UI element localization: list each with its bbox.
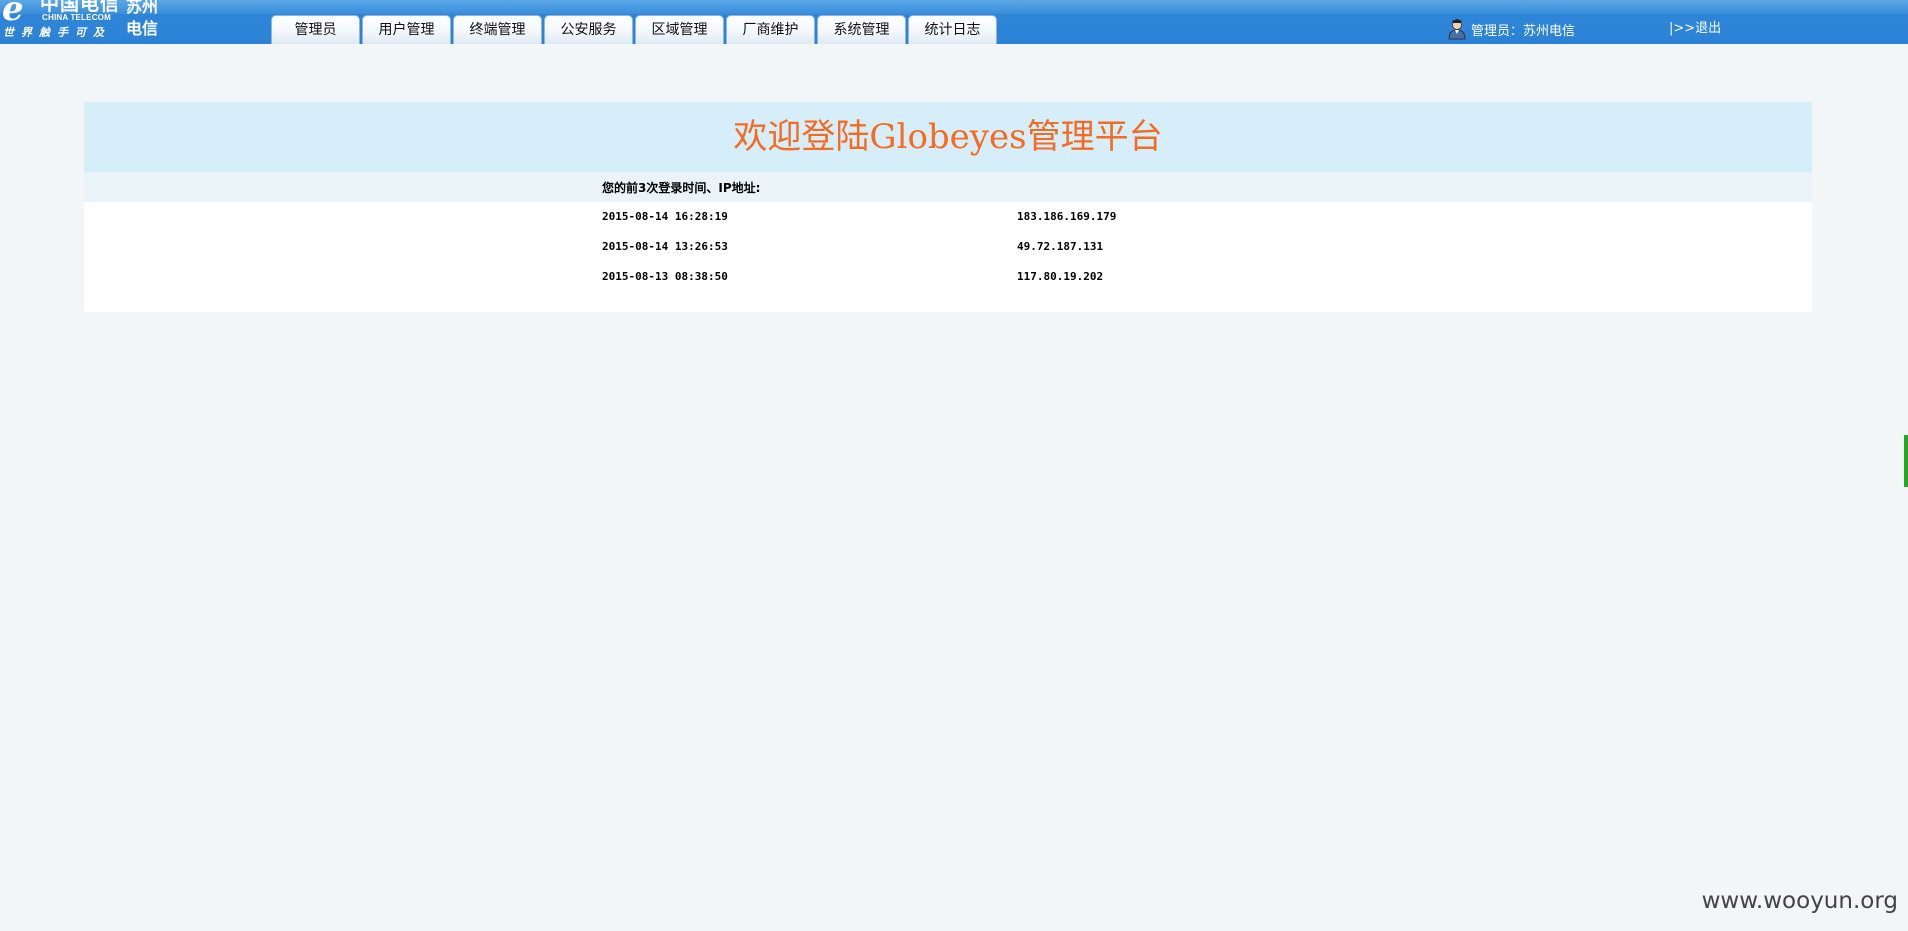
login-history-header: 您的前3次登录时间、IP地址: [84, 172, 1812, 202]
nav-tab-terminal-management[interactable]: 终端管理 [453, 15, 542, 44]
login-ip: 183.186.169.179 [1017, 210, 1117, 223]
nav-tab-user-management[interactable]: 用户管理 [362, 15, 451, 44]
china-telecom-logo-mark: e [2, 0, 24, 29]
login-history-row: 2015-08-13 08:38:50 117.80.19.202 [84, 262, 1812, 292]
logo-city-name: 苏州电信 [126, 0, 159, 38]
logo-slogan: 世界触手可及 [3, 26, 111, 39]
login-time: 2015-08-14 13:26:53 [602, 240, 728, 253]
current-user-label: 管理员：苏州电信 [1471, 23, 1576, 39]
welcome-panel: 欢迎登陆Globeyes管理平台 您的前3次登录时间、IP地址: 2015-08… [84, 102, 1812, 312]
header-highlight-stripe [0, 0, 1908, 14]
nav-tab-vendor-maintenance[interactable]: 厂商维护 [726, 15, 815, 44]
nav-tab-police-service[interactable]: 公安服务 [544, 15, 633, 44]
main-nav: 管理员 用户管理 终端管理 公安服务 区域管理 厂商维护 系统管理 统计日志 [271, 15, 997, 44]
user-avatar-icon [1448, 19, 1466, 40]
login-ip: 49.72.187.131 [1017, 240, 1104, 253]
nav-tab-system-management[interactable]: 系统管理 [817, 15, 906, 44]
logo-english-name: CHINA TELECOM [42, 13, 111, 22]
nav-tab-region-management[interactable]: 区域管理 [635, 15, 724, 44]
watermark: www.wooyun.org [1701, 888, 1898, 914]
current-user-info: 管理员：苏州电信 [1446, 17, 1575, 41]
login-time: 2015-08-13 08:38:50 [602, 270, 728, 283]
welcome-title: 欢迎登陆Globeyes管理平台 [84, 102, 1812, 172]
login-ip: 117.80.19.202 [1017, 270, 1104, 283]
side-edge-marker [1904, 435, 1908, 487]
logout-link[interactable]: |>>退出 [1669, 20, 1721, 38]
login-time: 2015-08-14 16:28:19 [602, 210, 728, 223]
login-history-row: 2015-08-14 16:28:19 183.186.169.179 [84, 202, 1812, 232]
nav-tab-statistics-log[interactable]: 统计日志 [908, 15, 997, 44]
login-history-row: 2015-08-14 13:26:53 49.72.187.131 [84, 232, 1812, 262]
top-header-bar: e 中国电信 CHINA TELECOM 世界触手可及 苏州电信 管理员 用户管… [0, 0, 1908, 44]
nav-tab-admin[interactable]: 管理员 [271, 15, 360, 44]
logo-chinese-name: 中国电信 [40, 0, 121, 15]
china-telecom-logo: e 中国电信 CHINA TELECOM 世界触手可及 苏州电信 [0, 0, 165, 44]
login-history-label: 您的前3次登录时间、IP地址: [602, 181, 761, 195]
